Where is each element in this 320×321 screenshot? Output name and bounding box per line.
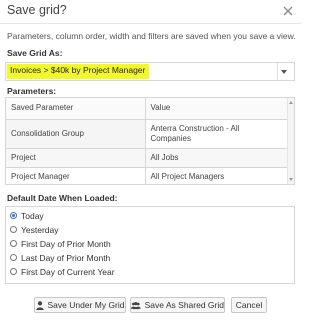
radio-option-yesterday[interactable]: Yesterday	[10, 224, 59, 235]
radio-label: Yesterday	[21, 224, 59, 235]
table-header-row: Saved Parameter Value	[6, 98, 288, 120]
table-row: Project Manager All Project Managers	[6, 167, 288, 184]
radio-label: First Day of Current Year	[21, 266, 115, 277]
radio-option-last-day-prior-month[interactable]: Last Day of Prior Month	[10, 252, 110, 263]
table-scrollbar[interactable]	[287, 98, 294, 184]
radio-option-first-day-current-year[interactable]: First Day of Current Year	[10, 266, 115, 277]
column-header-value: Value	[145, 98, 288, 120]
parameters-table: Saved Parameter Value Consolidation Grou…	[5, 97, 295, 185]
radio-icon[interactable]	[10, 226, 17, 233]
save-grid-as-dropdown[interactable]: Invoices > $40k by Project Manager	[5, 62, 295, 81]
radio-icon[interactable]	[10, 268, 17, 275]
save-under-my-grid-label: Save Under My Grid	[47, 300, 125, 310]
dropdown-caret-icon[interactable]	[277, 63, 291, 80]
save-as-shared-grid-label: Save As Shared Grid	[144, 300, 224, 310]
users-icon	[131, 301, 141, 309]
dialog-header: Save grid?	[0, 0, 301, 24]
close-icon[interactable]	[281, 4, 295, 18]
save-under-my-grid-button[interactable]: Save Under My Grid	[34, 297, 126, 313]
scroll-down-icon[interactable]	[289, 178, 293, 181]
default-date-group: Today Yesterday First Day of Prior Month…	[5, 206, 295, 284]
value-cell: Anterra Construction - All Companies	[145, 119, 288, 149]
dialog-title: Save grid?	[7, 3, 67, 17]
default-date-label: Default Date When Loaded:	[7, 193, 118, 203]
parameter-cell: Consolidation Group	[6, 119, 146, 149]
radio-option-first-day-prior-month[interactable]: First Day of Prior Month	[10, 238, 111, 249]
save-as-shared-grid-button[interactable]: Save As Shared Grid	[130, 297, 225, 313]
radio-icon[interactable]	[10, 240, 17, 247]
table-row: Project All Jobs	[6, 148, 288, 168]
parameter-cell: Project Manager	[6, 167, 146, 184]
cancel-label: Cancel	[235, 300, 263, 310]
radio-label: Today	[21, 210, 44, 221]
save-note: Parameters, column order, width and filt…	[7, 31, 296, 41]
scroll-up-icon[interactable]	[289, 101, 293, 104]
value-cell: All Jobs	[145, 148, 288, 168]
column-header-saved-parameter: Saved Parameter	[6, 98, 146, 120]
cancel-button[interactable]: Cancel	[231, 297, 267, 313]
parameters-label: Parameters:	[7, 86, 57, 96]
radio-selected-icon[interactable]	[10, 212, 17, 219]
radio-label: Last Day of Prior Month	[21, 252, 111, 263]
value-cell: All Project Managers	[145, 167, 288, 184]
table-row: Consolidation Group Anterra Construction…	[6, 119, 288, 149]
save-grid-as-value: Invoices > $40k by Project Manager	[7, 64, 150, 79]
radio-option-today[interactable]: Today	[10, 210, 44, 221]
save-grid-as-label: Save Grid As:	[7, 48, 63, 58]
parameter-cell: Project	[6, 148, 146, 168]
radio-icon[interactable]	[10, 254, 17, 261]
radio-label: First Day of Prior Month	[21, 238, 111, 249]
user-icon	[35, 300, 44, 310]
